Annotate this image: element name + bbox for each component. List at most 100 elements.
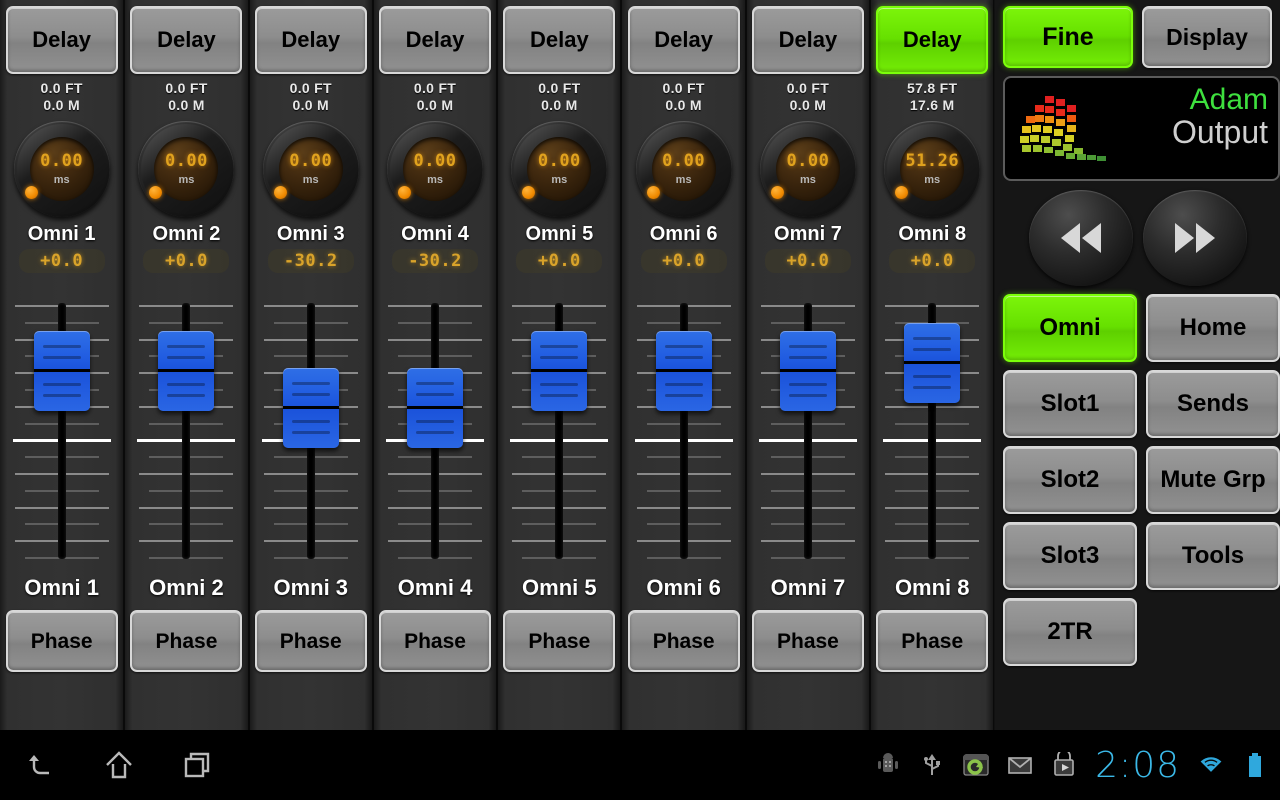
channel-fader[interactable] <box>9 297 115 565</box>
delay-button[interactable]: Delay <box>503 6 616 74</box>
recents-button[interactable] <box>178 746 216 784</box>
cap-groove <box>540 393 579 397</box>
home-icon <box>106 751 132 779</box>
panel-button-home[interactable]: Home <box>1146 294 1280 362</box>
panel-button-mute-grp[interactable]: Mute Grp <box>1146 446 1280 514</box>
delay-time-knob[interactable]: 0.00 ms <box>759 121 856 218</box>
channel-name-bottom: Omni 1 <box>24 575 99 601</box>
channel-fader[interactable] <box>755 297 861 565</box>
delay-button[interactable]: Delay <box>876 6 989 74</box>
delay-button[interactable]: Delay <box>751 6 864 74</box>
fader-cap[interactable] <box>158 330 215 411</box>
panel-button-slot3[interactable]: Slot3 <box>1003 522 1137 590</box>
distance-feet: 0.0 FT <box>165 80 208 96</box>
cap-centerline <box>904 361 961 365</box>
channel-strip: Delay 0.0 FT 0.0 M 0.00 ms Omni 3 -30.2 <box>248 0 373 730</box>
phase-button[interactable]: Phase <box>876 610 989 673</box>
delay-time-knob[interactable]: 0.00 ms <box>511 121 608 218</box>
panel-button-slot2[interactable]: Slot2 <box>1003 446 1137 514</box>
delay-distance: 0.0 FT 0.0 M <box>41 80 83 113</box>
home-button[interactable] <box>100 746 138 784</box>
knob-unit: ms <box>427 173 443 186</box>
display-mode: Output <box>1171 113 1268 150</box>
channel-fader[interactable] <box>382 297 488 565</box>
delay-distance: 0.0 FT 0.0 M <box>538 80 580 113</box>
delay-button[interactable]: Delay <box>254 6 367 74</box>
phase-button[interactable]: Phase <box>254 610 367 673</box>
channel-name-bottom: Omni 8 <box>894 575 970 601</box>
fine-button[interactable]: Fine <box>1003 6 1133 68</box>
cap-groove <box>913 375 952 379</box>
fader-cap[interactable] <box>282 368 339 449</box>
fader-cap[interactable] <box>33 330 90 411</box>
delay-distance: 0.0 FT 0.0 M <box>290 80 332 113</box>
panel-button-2tr[interactable]: 2TR <box>1003 598 1137 666</box>
cap-groove <box>291 393 330 397</box>
cap-groove <box>416 431 455 435</box>
fader-cap[interactable] <box>904 323 961 404</box>
fast-forward-button[interactable] <box>1142 190 1247 286</box>
delay-button[interactable]: Delay <box>5 6 118 74</box>
knob-face: 0.00 ms <box>651 137 716 202</box>
panel-nav-grid: Omni Home Slot1 Sends Slot2 Mute Grp Slot3 Tool… <box>1003 294 1280 666</box>
fader-cap[interactable] <box>531 330 588 411</box>
delay-time-knob[interactable]: 51.26 ms <box>884 121 981 218</box>
android-status-icons: 2:08 <box>875 745 1280 786</box>
panel-button-slot1[interactable]: Slot1 <box>1003 370 1137 438</box>
channel-strip: Delay 57.8 FT 17.6 M 51.26 ms Omni 8 +0.… <box>870 0 995 730</box>
panel-top-row: Fine Display <box>1003 6 1272 68</box>
cap-groove <box>788 382 827 386</box>
delay-distance: 0.0 FT 0.0 M <box>787 80 829 113</box>
cap-centerline <box>779 368 836 372</box>
cap-groove <box>167 355 206 359</box>
delay-button[interactable]: Delay <box>379 6 492 74</box>
channel-fader[interactable] <box>506 297 612 565</box>
distance-feet: 0.0 FT <box>786 80 830 96</box>
distance-meters: 0.0 M <box>168 96 205 113</box>
panel-button-sends[interactable]: Sends <box>1146 370 1280 438</box>
back-icon <box>29 755 49 775</box>
channel-name-top: Omni 5 <box>525 223 594 246</box>
phase-button[interactable]: Phase <box>130 610 243 673</box>
fader-cap[interactable] <box>655 330 712 411</box>
cap-groove <box>42 344 81 348</box>
phase-button[interactable]: Phase <box>379 610 492 673</box>
phase-button[interactable]: Phase <box>5 610 118 673</box>
channel-name-top: Omni 4 <box>401 223 469 246</box>
knob-value: 0.00 <box>786 150 830 171</box>
channel-fader[interactable] <box>133 297 239 565</box>
delay-time-knob[interactable]: 0.00 ms <box>387 121 484 218</box>
channel-fader[interactable] <box>631 297 737 565</box>
fader-cap[interactable] <box>407 368 464 449</box>
delay-time-knob[interactable]: 0.00 ms <box>13 121 110 218</box>
battery-icon <box>1242 752 1268 778</box>
phase-button[interactable]: Phase <box>627 610 740 673</box>
distance-feet: 0.0 FT <box>289 80 332 96</box>
fast-forward-icon <box>1174 223 1215 253</box>
cap-groove <box>664 344 703 348</box>
delay-time-knob[interactable]: 0.00 ms <box>635 121 732 218</box>
cap-centerline <box>158 368 215 372</box>
knob-value: 0.00 <box>662 150 706 171</box>
knob-face: 0.00 ms <box>278 137 343 202</box>
display-button[interactable]: Display <box>1142 6 1272 68</box>
rewind-button[interactable] <box>1028 190 1133 286</box>
channel-name-top: Omni 8 <box>898 223 967 246</box>
cap-groove <box>913 386 952 390</box>
phase-button[interactable]: Phase <box>751 610 864 673</box>
fader-cap[interactable] <box>779 330 836 411</box>
panel-button-tools[interactable]: Tools <box>1146 522 1280 590</box>
delay-button[interactable]: Delay <box>130 6 243 74</box>
cap-groove <box>291 382 330 386</box>
panel-button-omni[interactable]: Omni <box>1003 294 1137 362</box>
knob-face: 51.26 ms <box>900 137 965 202</box>
distance-meters: 0.0 M <box>43 96 80 113</box>
delay-time-knob[interactable]: 0.00 ms <box>262 121 359 218</box>
phase-button[interactable]: Phase <box>503 610 616 673</box>
channel-fader[interactable] <box>879 297 985 565</box>
delay-button[interactable]: Delay <box>627 6 740 74</box>
channel-fader[interactable] <box>258 297 364 565</box>
back-button[interactable] <box>22 746 60 784</box>
wifi-icon <box>1198 752 1224 778</box>
delay-time-knob[interactable]: 0.00 ms <box>138 121 235 218</box>
